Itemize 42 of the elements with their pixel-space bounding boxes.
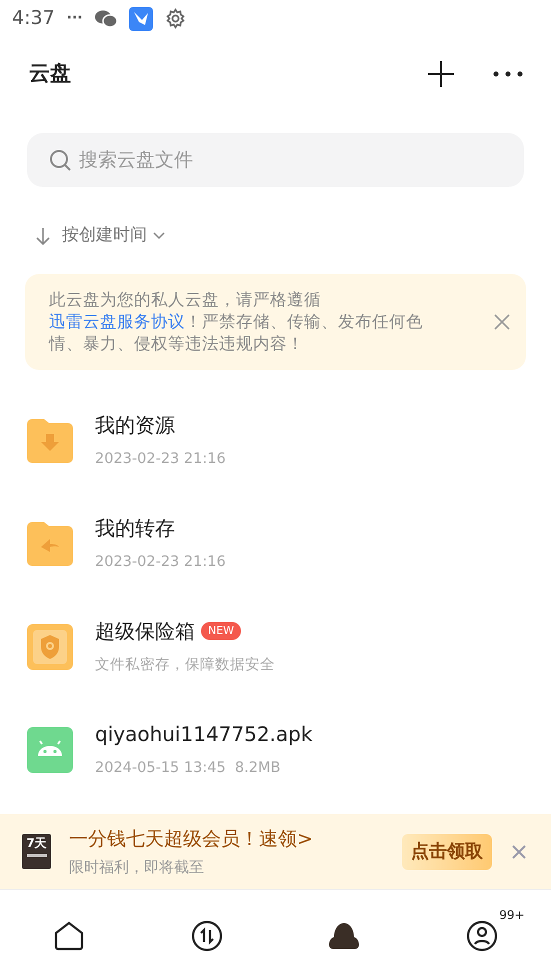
file-name[interactable]: 我的转存 [95, 513, 175, 544]
notice-text: 此云盘为您的私人云盘，请严格遵循 迅雷云盘服务协议！严禁存储、传输、发布任何色情、暴力、侵权等违法违规内容！ [49, 289, 424, 355]
agreement-link[interactable]: 迅雷云盘服务协议 [49, 312, 185, 331]
nav-tab[interactable] [190, 919, 223, 953]
promo-title[interactable]: 一分钱七天超级会员！速领> [69, 825, 402, 854]
vip-card-icon: 7天 [22, 834, 51, 869]
add-icon[interactable] [427, 60, 455, 88]
search-icon [49, 149, 71, 171]
bird-app-icon [128, 6, 153, 30]
caret-icon [153, 232, 165, 240]
android-icon [27, 726, 73, 772]
file-name[interactable]: 我的资源 [95, 410, 175, 440]
sort-arrow-icon [34, 227, 52, 245]
sort-dropdown[interactable]: 按创建时间 [62, 223, 165, 249]
file-meta: 文件私密存，保障数据安全 [95, 656, 275, 676]
folder-icon [27, 520, 73, 566]
close-icon[interactable] [494, 314, 510, 330]
folder-icon [27, 418, 73, 464]
claim-button[interactable]: 点击领取 [402, 834, 492, 870]
profile-icon [466, 920, 498, 952]
page-title: 云盘 [29, 60, 71, 88]
new-badge: NEW [201, 622, 242, 640]
shield-icon [27, 624, 73, 670]
more-notifications: ··· [66, 9, 83, 28]
file-meta: 2024-05-15 13:45 8.2MB [95, 759, 282, 778]
search-field[interactable]: 搜索云盘文件 [27, 133, 524, 187]
cloud-icon [328, 922, 360, 950]
nav-tab[interactable] [466, 919, 498, 953]
promo-subtitle: 限时福利，即将截至 [69, 856, 205, 878]
file-name[interactable]: qiyaohui1147752.apk [95, 719, 312, 750]
nav-tab[interactable] [54, 919, 84, 953]
file-meta: 2023-02-23 21:16 [95, 450, 226, 470]
transfer-icon [190, 920, 223, 952]
more-icon[interactable] [493, 71, 523, 77]
notification-count: 99+ [499, 907, 525, 924]
chat-icon [94, 8, 117, 28]
file-name[interactable]: 超级保险箱 [95, 616, 195, 646]
settings-icon [164, 8, 186, 29]
home-icon [54, 921, 84, 951]
file-meta: 2023-02-23 21:16 [95, 553, 226, 572]
status-time: 4:37 [12, 6, 55, 32]
close-icon[interactable] [512, 844, 526, 858]
